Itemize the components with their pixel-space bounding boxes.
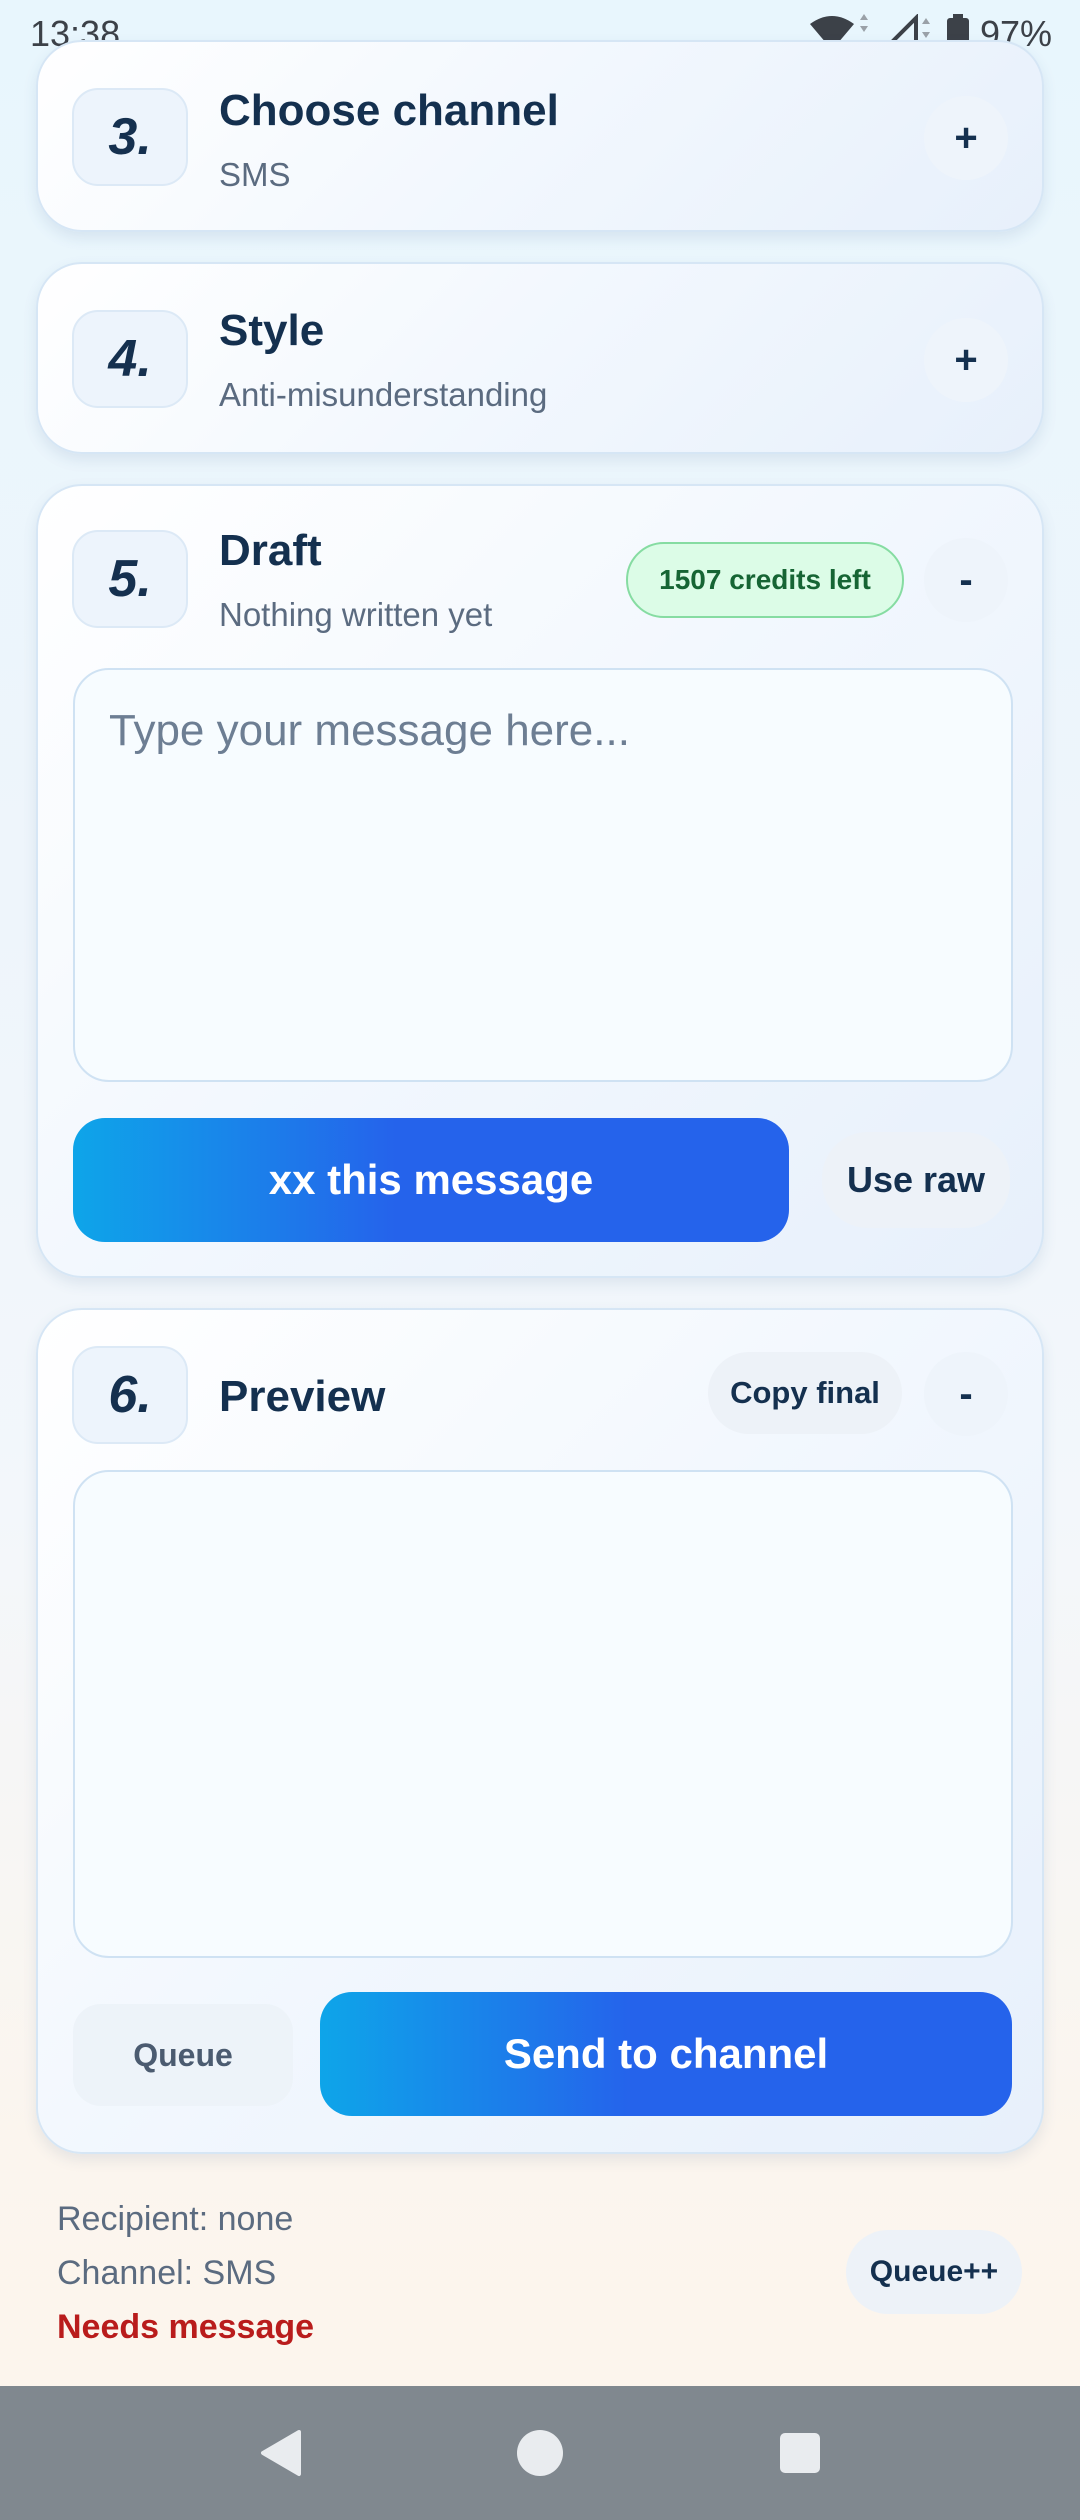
step-card-draft: 5. Draft Nothing written yet 1507 credit… [36, 484, 1044, 1278]
step-card-style: 4. Style Anti-misunderstanding + [36, 262, 1044, 454]
collapse-button[interactable]: - [924, 538, 1008, 622]
nav-recents-button[interactable] [770, 2423, 830, 2483]
step-number: 4. [72, 310, 188, 408]
home-circle-icon [517, 2430, 563, 2476]
step-card-choose-channel: 3. Choose channel SMS + [36, 40, 1044, 232]
copy-final-button[interactable]: Copy final [708, 1352, 902, 1434]
step-title: Choose channel [219, 86, 559, 135]
step-title: Style [219, 306, 325, 355]
expand-button[interactable]: + [924, 96, 1008, 180]
rewrite-message-button[interactable]: xx this message [73, 1118, 789, 1242]
preview-output [73, 1470, 1013, 1958]
queue-plus-button[interactable]: Queue++ [846, 2230, 1022, 2314]
step-subtitle: Nothing written yet [219, 596, 493, 633]
use-raw-button[interactable]: Use raw [822, 1132, 1010, 1228]
channel-status: Channel: SMS [57, 2254, 277, 2292]
step-card-preview: 6. Preview Copy final - Queue Send to ch… [36, 1308, 1044, 2154]
step-title: Preview [219, 1372, 386, 1421]
nav-back-button[interactable] [250, 2423, 310, 2483]
step-number: 5. [72, 530, 188, 628]
queue-button[interactable]: Queue [73, 2004, 293, 2106]
message-input[interactable] [73, 668, 1013, 1082]
step-title: Draft [219, 526, 322, 575]
recipient-status: Recipient: none [57, 2200, 294, 2238]
back-triangle-icon [261, 2430, 301, 2476]
nav-home-button[interactable] [510, 2423, 570, 2483]
step-number: 6. [72, 1346, 188, 1444]
expand-button[interactable]: + [924, 318, 1008, 402]
step-subtitle: Anti-misunderstanding [219, 376, 548, 413]
validation-warning: Needs message [57, 2308, 315, 2346]
collapse-button[interactable]: - [924, 1352, 1008, 1436]
credits-badge: 1507 credits left [626, 542, 904, 618]
system-nav-bar [0, 2386, 1080, 2520]
step-number: 3. [72, 88, 188, 186]
send-to-channel-button[interactable]: Send to channel [320, 1992, 1012, 2116]
step-subtitle: SMS [219, 156, 291, 193]
recents-square-icon [780, 2433, 820, 2473]
